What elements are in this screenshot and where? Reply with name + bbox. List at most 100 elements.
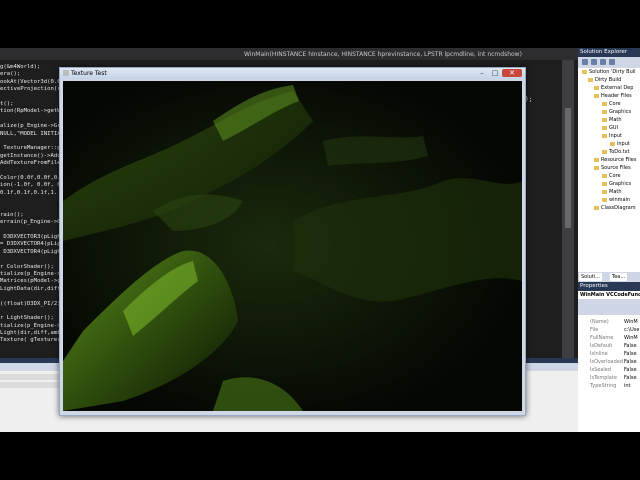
folder-icon [602, 173, 607, 178]
app-icon [63, 70, 69, 76]
tree-item-label: Header Files [601, 93, 632, 99]
folder-icon [602, 197, 607, 202]
refresh-icon[interactable] [600, 59, 606, 65]
code-line: ion(-1.0f, 0.0f, 0. [0, 182, 60, 189]
folder-icon [602, 125, 607, 130]
property-name: IsInline [590, 351, 608, 357]
property-name: IsSealed [590, 367, 612, 373]
tree-item[interactable]: Input [602, 132, 622, 140]
folder-icon [594, 165, 599, 170]
tree-item-label: Resource Files [601, 157, 637, 163]
code-line: ((float)D3DX_PI/2) [0, 300, 60, 307]
desktop-screen: WinMain(HINSTANCE hInstance, HINSTANCE h… [0, 48, 640, 432]
folder-icon [582, 69, 587, 74]
folder-icon [594, 93, 599, 98]
minimize-button[interactable]: – [476, 69, 488, 77]
render-viewport[interactable] [63, 81, 522, 411]
property-row[interactable]: File c:\Use [578, 326, 640, 334]
code-line: tialize(p_Engine-> [0, 322, 60, 329]
tree-item[interactable]: GUI [602, 124, 618, 132]
code-line: Color(0.0f,0.0f,0. [0, 174, 60, 181]
show-all-files-icon[interactable] [591, 59, 597, 65]
tree-item[interactable]: External Dep [594, 84, 633, 92]
property-row[interactable]: IsTemplate False [578, 374, 640, 382]
properties-subject[interactable]: WinMain VCCodeFunctio [578, 291, 640, 299]
tree-item[interactable]: Core [602, 172, 621, 180]
tab-solution-explorer[interactable]: Soluti... [579, 273, 602, 281]
folder-icon [610, 141, 615, 146]
code-line: era(); [0, 71, 21, 78]
property-row[interactable]: IsDefault False [578, 342, 640, 350]
maximize-button[interactable]: □ [489, 69, 501, 77]
close-button[interactable]: ✕ [502, 69, 522, 77]
tab-team-explorer[interactable]: Tea... [610, 273, 628, 281]
tree-item[interactable]: Dirty Build [588, 76, 621, 84]
code-line: 0.1f,0.1f,0.1f,1. [0, 189, 58, 196]
view-code-icon[interactable] [609, 59, 615, 65]
tree-item[interactable]: Solution 'Dirty Buil [582, 68, 636, 76]
code-lines[interactable]: g(&m4World); era(); ookAt(Vector3d(0.0 ecti… [0, 64, 60, 345]
texture-test-window[interactable]: Texture Test – □ ✕ [59, 67, 526, 416]
code-fragment: ); [525, 96, 533, 103]
tree-item[interactable]: Resource Files [594, 156, 637, 164]
tree-item[interactable]: Graphics [602, 108, 631, 116]
code-line: ookAt(Vector3d(0.0 [0, 78, 60, 85]
property-row[interactable]: IsInline False [578, 350, 640, 358]
code-line: NULL,"MODEL INITIA [0, 130, 60, 137]
output-line [0, 374, 60, 380]
property-row[interactable]: IsSealed False [578, 366, 640, 374]
terrain-render [63, 81, 522, 411]
folder-icon [602, 149, 607, 154]
tree-item[interactable]: Graphics [602, 180, 631, 188]
property-row[interactable]: TypeString int [578, 382, 640, 390]
property-value: False [624, 359, 637, 365]
folder-icon [602, 101, 607, 106]
tree-item-label: Core [609, 173, 621, 179]
code-line: tion(RpModel->getW [0, 108, 60, 115]
code-line: D3DXVECTOR3(pLigh [0, 233, 60, 240]
code-line: Matrices(pModel->g [0, 278, 60, 285]
tree-item[interactable]: Header Files [594, 92, 632, 100]
tree-item-label: input [617, 141, 630, 147]
tree-item[interactable]: Math [602, 188, 622, 196]
tree-item[interactable]: ClassDiagram [594, 204, 636, 212]
property-name: TypeString [590, 383, 617, 389]
code-line: D3DXVECTOR4(pLigh [0, 248, 60, 255]
property-value: False [624, 375, 637, 381]
tree-item[interactable]: winmain [602, 196, 630, 204]
properties-icon[interactable] [582, 59, 588, 65]
window-title-bar[interactable]: Texture Test – □ ✕ [60, 68, 525, 79]
tree-item[interactable]: input [610, 140, 630, 148]
solution-explorer: Solution Explorer Solution 'Dirty Buil Di… [578, 48, 640, 432]
editor-function-dropdown[interactable]: WinMain(HINSTANCE hInstance, HINSTANCE h… [240, 49, 526, 60]
letterbox-top [0, 0, 640, 48]
code-line: getInstance()->Add [0, 152, 60, 159]
folder-icon [602, 117, 607, 122]
editor-tab-bar: WinMain(HINSTANCE hInstance, HINSTANCE h… [0, 48, 578, 60]
code-line: errain(p_Engine->G [0, 219, 60, 226]
properties-toolbar [578, 299, 640, 315]
tree-item[interactable]: Math [602, 116, 622, 124]
code-line: Light(dir,diff,amb [0, 330, 60, 337]
property-row[interactable]: (Name) WinM [578, 318, 640, 326]
tree-item-label: Graphics [609, 109, 632, 115]
folder-icon [594, 157, 599, 162]
tree-item-label: Graphics [609, 181, 632, 187]
tree-item[interactable]: Core [602, 100, 621, 108]
folder-icon [602, 133, 607, 138]
code-line: r ColorShader(); [0, 263, 54, 270]
folder-icon [594, 85, 599, 90]
tree-item-label: Math [609, 117, 622, 123]
tree-item[interactable]: ToDo.txt [602, 148, 630, 156]
property-row[interactable]: FullName WinM [578, 334, 640, 342]
property-row[interactable]: IsOverloaded False [578, 358, 640, 366]
tree-item[interactable]: Source Files [594, 164, 631, 172]
property-name: File [590, 327, 599, 333]
tree-item-label: External Dep [601, 85, 634, 91]
editor-scroll-thumb[interactable] [565, 108, 571, 228]
property-value: False [624, 351, 637, 357]
property-name: IsOverloaded [590, 359, 624, 365]
